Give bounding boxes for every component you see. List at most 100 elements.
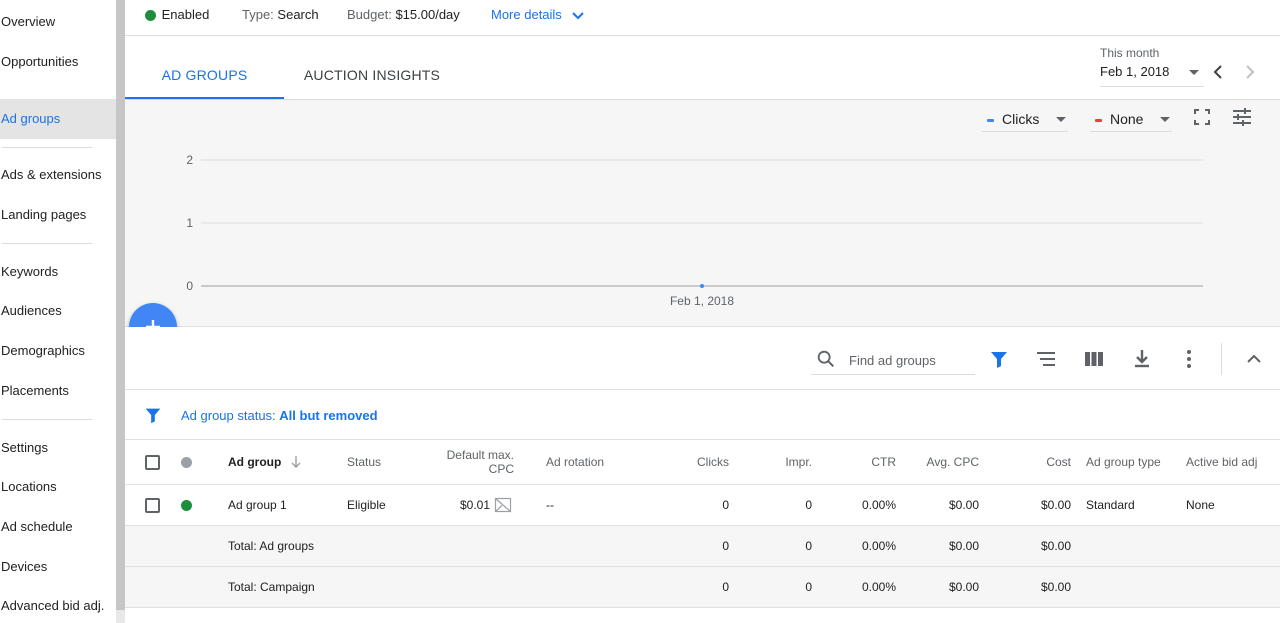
- row-active-bid-adj: None: [1186, 498, 1215, 512]
- campaign-budget: Budget: $15.00/day: [347, 0, 460, 30]
- sidebar-scrollbar-thumb[interactable]: [116, 0, 125, 610]
- column-header-ad-group[interactable]: Ad group: [228, 440, 303, 484]
- total-avg-cpc: $0.00: [948, 580, 979, 594]
- sidebar-item-ads-extensions[interactable]: Ads & extensions: [0, 155, 116, 195]
- sidebar-item-demographics[interactable]: Demographics: [0, 331, 116, 371]
- chevron-right-icon[interactable]: [1243, 64, 1257, 80]
- sidebar-item-advanced-bid-adj[interactable]: Advanced bid adj.: [0, 586, 116, 623]
- date-range-dropdown-icon: [1189, 70, 1199, 75]
- chart-settings-icon[interactable]: [1230, 105, 1254, 129]
- total-clicks: 0: [722, 539, 729, 553]
- metric1-select[interactable]: Clicks: [982, 108, 1068, 132]
- y-tick-label: 0: [186, 279, 193, 293]
- total-avg-cpc: $0.00: [948, 539, 979, 553]
- column-header-default-max-cpc[interactable]: Default max. CPC: [425, 440, 514, 484]
- performance-chart: 0 1 2 Feb 1, 2018 Clicks None: [125, 100, 1280, 327]
- type-value: Search: [277, 7, 319, 22]
- sidebar-item-landing-pages[interactable]: Landing pages: [0, 195, 116, 235]
- total-ctr: 0.00%: [861, 539, 896, 553]
- sidebar-item-locations[interactable]: Locations: [0, 467, 116, 507]
- metric2-dropdown-icon: [1160, 117, 1170, 122]
- download-icon[interactable]: [1130, 347, 1154, 371]
- column-header-default-cpc-line1: Default max.: [446, 448, 514, 462]
- total-clicks: 0: [722, 580, 729, 594]
- row-status-icon: [181, 485, 192, 525]
- y-tick-label: 1: [186, 216, 193, 230]
- more-details-label: More details: [491, 7, 562, 22]
- sidebar-divider: [2, 419, 92, 420]
- campaign-status-bar: Enabled Type: Search Budget: $15.00/day …: [125, 0, 1280, 36]
- type-label: Type:: [242, 7, 274, 22]
- sidebar-item-overview[interactable]: Overview: [0, 2, 116, 42]
- column-header-ad-rotation[interactable]: Ad rotation: [546, 440, 604, 484]
- status-enabled-icon: [145, 10, 156, 22]
- filter-icon[interactable]: [142, 404, 164, 426]
- sidebar-item-devices[interactable]: Devices: [0, 547, 116, 587]
- sidebar-item-ad-groups[interactable]: Ad groups: [0, 99, 116, 139]
- column-header-ctr[interactable]: CTR: [825, 440, 896, 484]
- x-tick-label: Feb 1, 2018: [670, 294, 734, 308]
- total-ctr: 0.00%: [861, 580, 896, 594]
- collapse-icon[interactable]: [1242, 347, 1266, 371]
- toolbar-divider: [1221, 343, 1222, 375]
- row-ctr: 0.00%: [861, 498, 896, 512]
- tab-bar: AD GROUPS AUCTION INSIGHTS This month Fe…: [125, 36, 1280, 100]
- tab-auction-insights[interactable]: AUCTION INSIGHTS: [292, 36, 452, 99]
- segment-icon[interactable]: [1034, 347, 1058, 371]
- sidebar-item-audiences[interactable]: Audiences: [0, 291, 116, 331]
- fullscreen-icon[interactable]: [1190, 105, 1214, 129]
- sidebar-item-keywords[interactable]: Keywords: [0, 252, 116, 292]
- filter-value: All but removed: [279, 408, 378, 423]
- y-tick-label: 2: [186, 153, 193, 167]
- sidebar-item-settings[interactable]: Settings: [0, 428, 116, 468]
- metric1-swatch: [987, 119, 994, 122]
- tab-ad-groups[interactable]: AD GROUPS: [125, 36, 284, 99]
- column-header-impr[interactable]: Impr.: [745, 440, 812, 484]
- sidebar-divider: [2, 243, 92, 244]
- search-input[interactable]: [849, 349, 969, 371]
- row-checkbox[interactable]: [145, 485, 160, 525]
- chart-canvas: 0 1 2 Feb 1, 2018: [186, 153, 1203, 308]
- date-range-value: Feb 1, 2018: [1100, 64, 1170, 79]
- column-header-active-bid-adj[interactable]: Active bid adj: [1186, 440, 1257, 484]
- sidebar-divider: [2, 147, 92, 148]
- total-impr: 0: [805, 580, 812, 594]
- sidebar-item-opportunities[interactable]: Opportunities: [0, 42, 116, 82]
- total-cost: $0.00: [1040, 580, 1071, 594]
- chevron-left-icon[interactable]: [1211, 64, 1225, 80]
- campaign-status: Enabled: [145, 0, 209, 30]
- status-text: Enabled: [161, 7, 210, 22]
- row-default-cpc[interactable]: $0.01: [425, 485, 490, 525]
- column-header-avg-cpc[interactable]: Avg. CPC: [905, 440, 979, 484]
- table-row: Ad group 1 Eligible $0.01 -- 0 0 0.00% $…: [125, 485, 1280, 526]
- ad-group-name-link[interactable]: Ad group 1: [228, 485, 287, 525]
- metric2-select[interactable]: None: [1090, 108, 1172, 132]
- column-header-ad-group-type[interactable]: Ad group type: [1086, 440, 1161, 484]
- campaign-type: Type: Search: [242, 0, 319, 30]
- active-filter-bar: Ad group status: All but removed: [125, 391, 1280, 440]
- row-status: Eligible: [347, 498, 386, 512]
- column-header-clicks[interactable]: Clicks: [655, 440, 729, 484]
- search-icon[interactable]: [815, 348, 837, 370]
- columns-icon[interactable]: [1082, 347, 1106, 371]
- total-label: Total: Ad groups: [228, 539, 315, 553]
- sidebar-item-ad-schedule[interactable]: Ad schedule: [0, 507, 116, 547]
- filter-chip[interactable]: Ad group status: All but removed: [181, 408, 378, 423]
- metric2-swatch: [1095, 119, 1102, 122]
- data-point[interactable]: [700, 284, 704, 288]
- total-row-campaign: Total: Campaign 0 0 0.00% $0.00 $0.00: [125, 567, 1280, 608]
- total-row-ad-groups: Total: Ad groups 0 0 0.00% $0.00 $0.00: [125, 526, 1280, 567]
- row-clicks: 0: [722, 498, 729, 512]
- more-details-link[interactable]: More details: [491, 0, 585, 30]
- bid-strategy-icon: [494, 497, 512, 513]
- select-all-checkbox[interactable]: [145, 440, 160, 484]
- total-label: Total: Campaign: [228, 580, 315, 594]
- column-header-status[interactable]: Status: [347, 440, 381, 484]
- column-header-cost[interactable]: Cost: [995, 440, 1071, 484]
- filter-icon[interactable]: [987, 347, 1011, 371]
- sort-descending-icon: [291, 456, 301, 468]
- sidebar-item-placements[interactable]: Placements: [0, 371, 116, 411]
- more-options-icon[interactable]: [1177, 347, 1201, 371]
- row-impr: 0: [805, 498, 812, 512]
- column-header-default-cpc-line2: CPC: [488, 462, 514, 476]
